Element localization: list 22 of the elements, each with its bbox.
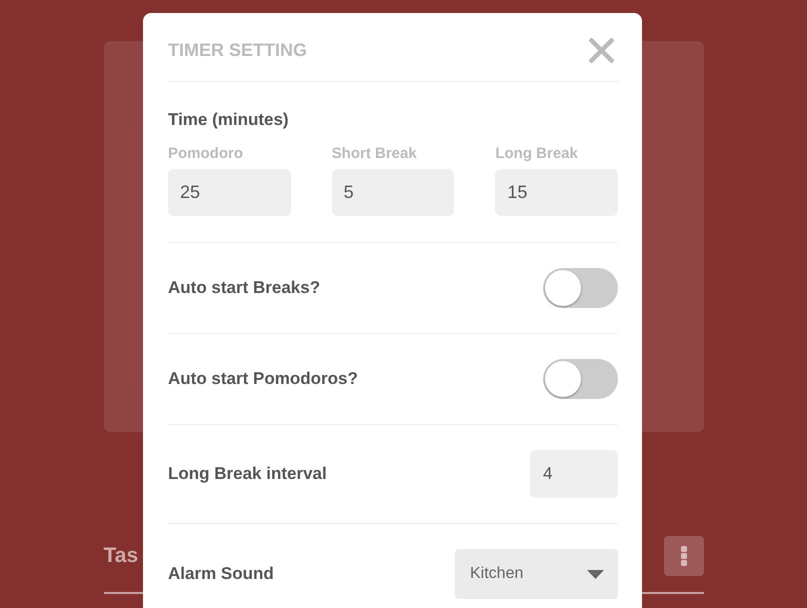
field-label: Long Break xyxy=(495,145,579,163)
toggle-switch[interactable] xyxy=(543,268,618,308)
section-heading: Tas xyxy=(104,544,138,568)
number-input[interactable]: 15 xyxy=(495,169,618,216)
number-input[interactable]: 5 xyxy=(332,169,454,216)
number-input[interactable]: 4 xyxy=(530,450,618,498)
setting-label: Auto start Pomodoros? xyxy=(168,369,358,389)
field-label: Short Break xyxy=(332,145,418,163)
close-icon xyxy=(589,38,614,62)
field-label: Pomodoro xyxy=(168,145,244,163)
toggle-switch[interactable] xyxy=(543,359,618,399)
section-heading: Time (minutes) xyxy=(168,110,290,130)
setting-label: Long Break interval xyxy=(168,464,327,484)
caret-icon xyxy=(587,570,604,578)
more-button[interactable] xyxy=(664,536,704,576)
close-button[interactable] xyxy=(589,38,614,62)
dropdown[interactable]: Kitchen xyxy=(455,549,618,599)
setting-label: Auto start Breaks? xyxy=(168,278,320,298)
number-input[interactable]: 25 xyxy=(168,169,291,216)
more-vertical-icon xyxy=(680,546,686,566)
modal-title: TIMER SETTING xyxy=(168,40,307,60)
setting-label: Alarm Sound xyxy=(168,564,274,584)
